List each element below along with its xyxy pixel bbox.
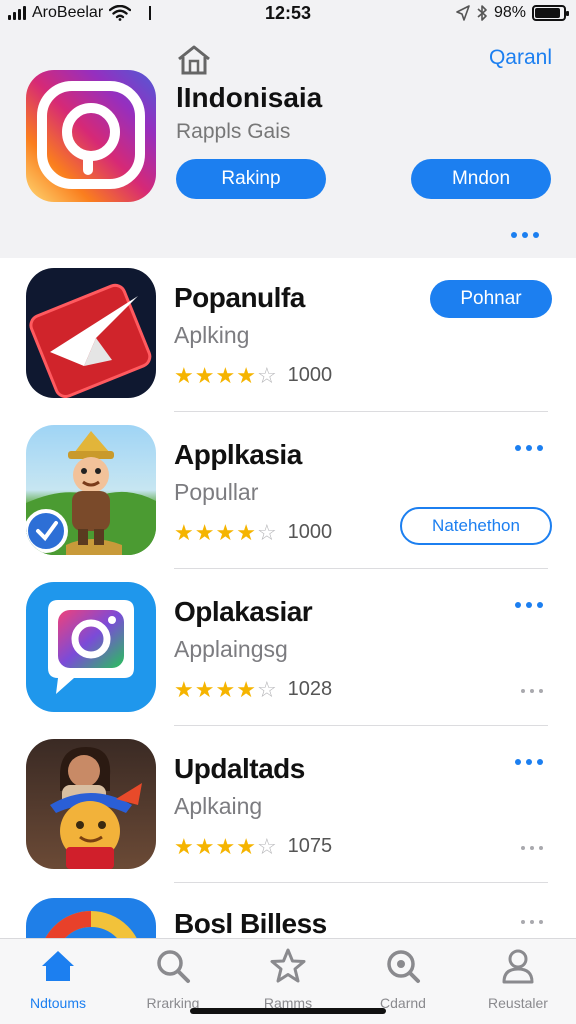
rating: ★ ★ ★ ★ ☆ 1075 (174, 835, 332, 858)
app-icon-updaltads (26, 739, 156, 869)
star-icon: ★ (236, 833, 256, 859)
mndon-button[interactable]: Mndon (411, 159, 551, 199)
star-icon: ★ (215, 676, 236, 702)
star-empty-icon: ☆ (256, 362, 277, 388)
divider (174, 725, 548, 726)
tab-reustaler[interactable]: Reustaler (460, 947, 576, 1011)
app-icon-oplakasiar (26, 582, 156, 712)
rating: ★ ★ ★ ★ ☆ 1000 (174, 521, 332, 544)
bluetooth-icon (477, 5, 487, 21)
app-icon-applkasia (26, 425, 156, 555)
star-icon: ★ (236, 519, 256, 545)
list-item[interactable]: Popanulfa Aplking ★ ★ ★ ★ ☆ 1000 Pohnar (0, 258, 576, 415)
rating: ★ ★ ★ ★ ☆ 1028 (174, 678, 332, 701)
app-subtitle: Applaingsg (174, 636, 288, 662)
cartoon-character-icon (26, 431, 156, 555)
star-icon (270, 948, 306, 983)
battery-icon (532, 5, 569, 21)
star-empty-icon: ☆ (256, 519, 277, 545)
ranking-button[interactable]: Rakinp (176, 159, 326, 199)
tab-home[interactable]: Ndtoums (0, 947, 116, 1011)
featured-header: Qaranl lIndonisaia Rappls Gais Rakinp Mn… (0, 30, 576, 258)
star-icon: ★ (174, 362, 194, 388)
home-icon (42, 951, 74, 981)
featured-app-icon[interactable] (26, 70, 156, 202)
ellipsis-icon[interactable] (511, 232, 539, 238)
star-icon: ★ (215, 362, 236, 388)
location-icon (456, 5, 470, 21)
red-plane-icon (29, 283, 152, 398)
app-subtitle: Popullar (174, 479, 259, 505)
person-icon (502, 949, 534, 984)
app-title: Applkasia (174, 439, 302, 470)
star-icon: ★ (215, 519, 236, 545)
star-icon: ★ (194, 833, 215, 859)
tab-cdarnd[interactable]: Cdarnd (345, 947, 461, 1011)
home-indicator (190, 1008, 386, 1014)
app-subtitle: Aplkaing (174, 793, 263, 819)
app-title: Updaltads (174, 753, 305, 784)
character-duo-icon (50, 747, 142, 869)
list-item[interactable]: Updaltads Aplkaing ★ ★ ★ ★ ☆ 1075 (0, 729, 576, 886)
divider (174, 882, 548, 883)
ellipsis-icon[interactable] (515, 759, 543, 765)
rating-count: 1028 (287, 678, 333, 700)
more-small-icon[interactable] (521, 920, 543, 924)
status-bar: AroBeelar 12:53 98% (0, 0, 576, 30)
star-icon: ★ (174, 519, 194, 545)
list-item[interactable]: Bosl Billess (0, 886, 576, 938)
app-icon-bosl-billess (26, 898, 156, 938)
battery-fill (535, 8, 561, 18)
rating-count: 1000 (287, 364, 333, 386)
battery-percent: 98% (493, 4, 526, 21)
app-icon-popanulfa (26, 268, 156, 398)
star-icon: ★ (236, 676, 256, 702)
rating-count: 1075 (287, 835, 333, 857)
magnifier-icon (387, 950, 420, 983)
divider (174, 411, 548, 412)
tab-label: Cdarnd (380, 995, 426, 1011)
more-small-icon[interactable] (521, 689, 543, 693)
star-icon: ★ (194, 362, 215, 388)
colorful-ring-icon (45, 911, 137, 938)
ellipsis-icon[interactable] (515, 602, 543, 608)
rating-count: 1000 (287, 521, 333, 543)
divider (174, 568, 548, 569)
list-item[interactable]: Oplakasiar Applaingsg ★ ★ ★ ★ ☆ 1028 (0, 572, 576, 729)
pohnar-button[interactable]: Pohnar (430, 280, 552, 318)
tab-label: Reustaler (488, 995, 548, 1011)
star-empty-icon: ☆ (256, 833, 277, 859)
rating: ★ ★ ★ ★ ☆ 1000 (174, 364, 332, 387)
app-title: Popanulfa (174, 282, 305, 313)
star-icon: ★ (174, 833, 194, 859)
featured-title: lIndonisaia (176, 82, 323, 113)
star-icon: ★ (236, 362, 256, 388)
store-home-icon (178, 45, 210, 75)
star-icon: ★ (174, 676, 194, 702)
tab-ramms[interactable]: Ramms (230, 947, 346, 1011)
star-icon: ★ (194, 519, 215, 545)
search-icon (157, 950, 190, 983)
app-title: Bosl Billess (174, 908, 327, 938)
featured-subtitle: Rappls Gais (176, 120, 291, 143)
tab-ranking[interactable]: Rrarking (115, 947, 231, 1011)
top-link[interactable]: Qaranl (489, 46, 552, 70)
app-subtitle: Aplking (174, 322, 250, 348)
ellipsis-icon[interactable] (515, 445, 543, 451)
tab-label: Ndtoums (29, 995, 87, 1011)
star-empty-icon: ☆ (256, 676, 277, 702)
list-item[interactable]: Applkasia Popullar ★ ★ ★ ★ ☆ 1000 Natehe… (0, 415, 576, 572)
app-title: Oplakasiar (174, 596, 313, 627)
star-icon: ★ (194, 676, 215, 702)
status-right: 98% (456, 4, 569, 22)
star-icon: ★ (215, 833, 236, 859)
natehethon-button[interactable]: Natehethon (400, 507, 552, 545)
camera-glyph-icon (37, 81, 145, 189)
chat-camera-icon (48, 600, 134, 694)
more-small-icon[interactable] (521, 846, 543, 850)
